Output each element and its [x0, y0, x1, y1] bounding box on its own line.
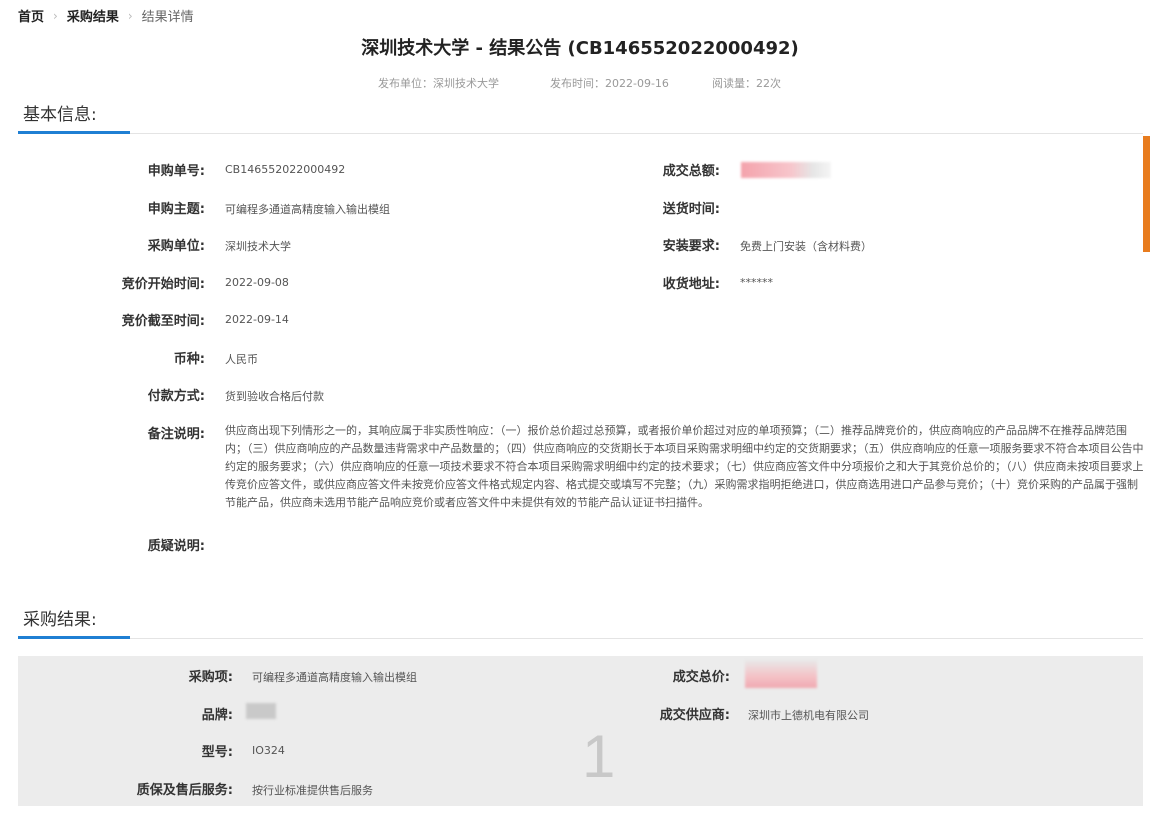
chevron-right-icon: › [127, 8, 133, 23]
publish-time-meta: 发布时间：2022-09-16 [550, 77, 669, 90]
basic-info-heading: 基本信息: [23, 105, 97, 125]
result-section-header: 采购结果: [18, 605, 1143, 639]
address-value: ****** [740, 276, 773, 289]
currency-label: 币种: [173, 352, 205, 367]
warranty-value: 按行业标准提供售后服务 [252, 784, 373, 797]
redacted-brand [246, 703, 276, 719]
currency-value: 人民币 [225, 353, 258, 366]
bid-end-value: 2022-09-14 [225, 313, 289, 326]
item-index-number: 1 [582, 723, 616, 790]
redacted-amount [741, 162, 831, 178]
section-underline [18, 131, 130, 134]
payment-value: 货到验收合格后付款 [225, 390, 324, 403]
item-label: 采购项: [188, 670, 233, 685]
remark-label: 备注说明: [147, 427, 205, 442]
purchase-no-value: CB146552022000492 [225, 163, 346, 176]
warranty-label: 质保及售后服务: [136, 783, 233, 798]
subject-label: 申购主题: [147, 202, 205, 217]
breadcrumb-home-link[interactable]: 首页 [18, 6, 44, 25]
page-title: 深圳技术大学 - 结果公告 (CB146552022000492) [361, 38, 799, 59]
side-float-tab[interactable] [1143, 136, 1150, 252]
bid-start-value: 2022-09-08 [225, 276, 289, 289]
total-price-label: 成交总价: [672, 670, 730, 685]
payment-label: 付款方式: [147, 389, 205, 404]
install-value: 免费上门安装（含材料费） [740, 240, 872, 253]
remark-text: 供应商出现下列情形之一的，其响应属于非实质性响应：（一）报价总价超过总预算，或者… [225, 424, 1144, 509]
query-label: 质疑说明: [147, 539, 205, 554]
model-label: 型号: [201, 745, 233, 760]
unit-label: 采购单位: [147, 239, 205, 254]
purchase-no-label: 申购单号: [147, 164, 205, 179]
unit-value: 深圳技术大学 [225, 240, 291, 253]
brand-label: 品牌: [201, 708, 233, 723]
bid-start-label: 竞价开始时间: [121, 277, 205, 292]
total-amount-label: 成交总额: [662, 164, 720, 179]
publisher-meta: 发布单位：深圳技术大学 [378, 77, 499, 90]
supplier-value: 深圳市上德机电有限公司 [748, 709, 869, 722]
section-underline [18, 636, 130, 639]
bid-end-label: 竞价截至时间: [121, 314, 205, 329]
chevron-right-icon: › [53, 8, 58, 23]
basic-info-section-header: 基本信息: [18, 100, 1143, 134]
delivery-time-label: 送货时间: [662, 202, 720, 217]
result-heading: 采购结果: [23, 610, 97, 630]
supplier-label: 成交供应商: [659, 708, 730, 723]
breadcrumb-results-link[interactable]: 采购结果 [67, 6, 119, 25]
model-value: IO324 [252, 744, 285, 757]
subject-value: 可编程多通道高精度输入输出模组 [225, 203, 390, 216]
breadcrumb-current: 结果详情 [141, 10, 194, 25]
view-count-meta: 阅读量：22次 [712, 77, 781, 90]
item-value: 可编程多通道高精度输入输出模组 [252, 671, 417, 684]
address-label: 收货地址: [662, 277, 720, 292]
redacted-total-price [745, 660, 817, 688]
install-label: 安装要求: [662, 239, 720, 254]
breadcrumb: 首页 › 采购结果 › 结果详情 [18, 6, 194, 26]
